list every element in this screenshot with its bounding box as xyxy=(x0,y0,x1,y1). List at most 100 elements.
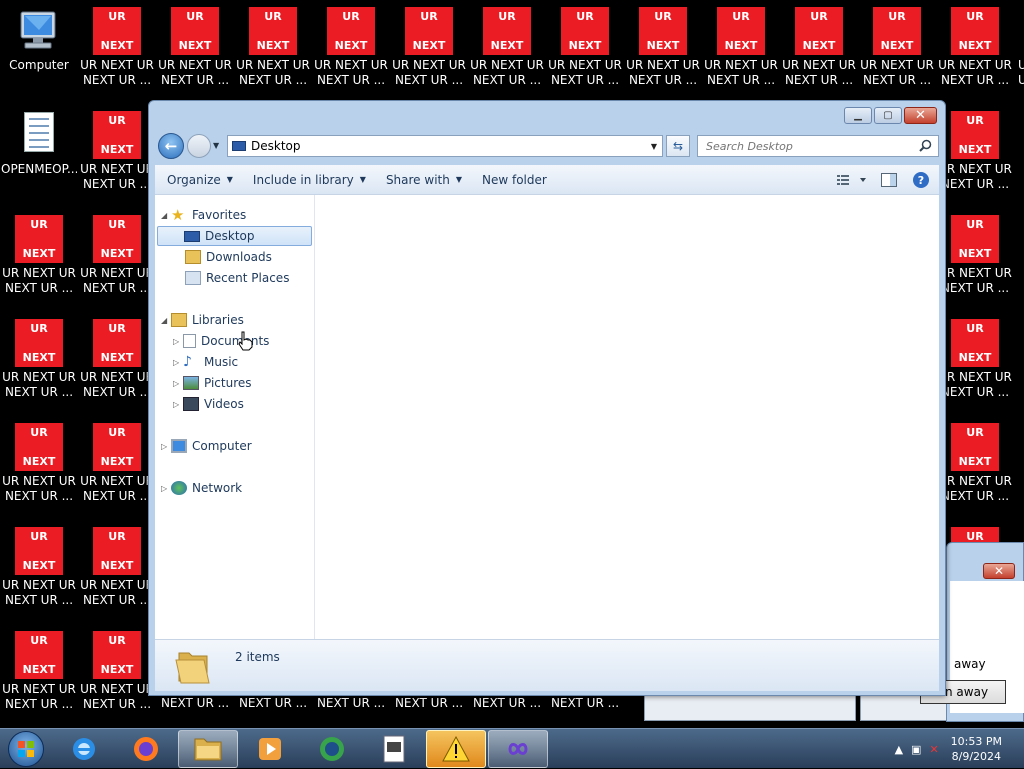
nav-downloads[interactable]: Downloads xyxy=(185,247,272,267)
desktop-icon-ur-next[interactable]: UR NEXT UR NEXT UR NEXT UR ... xyxy=(702,0,780,104)
desktop-icon-ur-next[interactable]: UR NEXT UR NEXT UR NEXT UR ... xyxy=(468,0,546,104)
nav-videos[interactable]: ▷ Videos xyxy=(173,394,244,414)
desktop-icon-ur-next[interactable]: UR NEXT UR NEXT UR NEXT UR ... xyxy=(936,104,1014,208)
ur-next-image-icon: UR NEXT xyxy=(93,319,141,367)
desktop-icon-ur-next[interactable]: UR NEXT UR NEXT UR NEXT UR ... xyxy=(546,0,624,104)
desktop-icon-ur-next[interactable]: UR NEXT UR NEXT UR NEXT UR ... xyxy=(78,416,156,520)
desktop-icon-label: OPENMEOP... xyxy=(1,162,77,176)
desktop-icon-label: UR NEXT UR NEXT UR ... xyxy=(314,58,388,87)
nav-music[interactable]: ▷ ♪ Music xyxy=(173,352,238,372)
preview-pane-icon xyxy=(881,173,897,187)
desktop-icon-label: UR NEXT UR NEXT UR ... xyxy=(782,58,856,87)
desktop-icon-ur-next[interactable]: UR NEXT UR NEXT UR NEXT UR ... xyxy=(780,0,858,104)
ur-text: UR xyxy=(108,10,126,23)
refresh-button[interactable]: ⇆ xyxy=(666,135,690,157)
desktop-icon-ur-next[interactable]: UR NEXT UR NEXT UR NEXT UR ... xyxy=(234,0,312,104)
desktop-icon-ur-next[interactable]: NEXT UR ... xyxy=(546,696,624,728)
desktop-icon-ur-next[interactable]: UR NEXT UR NEXT UR NEXT UR ... xyxy=(312,0,390,104)
desktop-icon-label: NEXT UR ... xyxy=(394,696,464,710)
taskbar-ie[interactable] xyxy=(54,730,114,768)
ur-text: UR xyxy=(654,10,672,23)
taskbar-firefox[interactable] xyxy=(116,730,176,768)
taskbar-media-player[interactable] xyxy=(240,730,300,768)
desktop-icon-ur-next[interactable]: UR NEXT UR NEXT UR NEXT UR ... xyxy=(0,520,78,624)
ur-text: UR xyxy=(30,634,48,647)
desktop-icon-ur-next[interactable]: UR NEXT UR NEXT UR NEXT UR ... xyxy=(78,0,156,104)
desktop-icon-ur-next[interactable]: UR NEXT UR NEXT UR NEXT UR ... xyxy=(936,312,1014,416)
close-button[interactable]: ✕ xyxy=(904,107,937,124)
nav-pictures[interactable]: ▷ Pictures xyxy=(173,373,252,393)
search-input[interactable] xyxy=(697,135,939,157)
desktop-icon-ur-next[interactable]: NEXT UR ... xyxy=(234,696,312,728)
nav-label: Downloads xyxy=(206,250,272,264)
address-bar[interactable]: Desktop ▼ xyxy=(227,135,663,157)
desktop-icon-ur-next[interactable]: UR NEXT UR NEXT UR NEXT UR ... xyxy=(936,0,1014,104)
desktop-icon-ur-next[interactable]: UR NEXT UR NEXT UR NEXT UR ... xyxy=(858,0,936,104)
desktop-icon-ur-next[interactable]: UR NEXT UR NEXT UR NEXT UR ... xyxy=(936,208,1014,312)
address-dropdown-icon[interactable]: ▼ xyxy=(646,142,662,151)
desktop-icon-ur-next[interactable]: UR NEXT UR NEXT UR NEXT UR ... xyxy=(156,0,234,104)
desktop-icon-ur-next[interactable]: UR NEXT UR NEXT UR NEXT UR ... xyxy=(78,312,156,416)
desktop-icon-ur-next[interactable]: UR NEXT UR NEXT UR NEXT UR ... xyxy=(0,312,78,416)
nav-desktop[interactable]: Desktop xyxy=(157,226,312,246)
nav-recent-places[interactable]: Recent Places xyxy=(185,268,289,288)
share-with-menu[interactable]: Share with ▼ xyxy=(376,165,472,195)
desktop-icon-ur-next[interactable]: UR NEXT UR NEXT UR NEXT UR ... xyxy=(624,0,702,104)
forward-button[interactable] xyxy=(187,134,211,158)
desktop-icon-ur-next[interactable]: NEXT UR ... xyxy=(468,696,546,728)
desktop-icon-ur-next[interactable]: UR NEXT UR NEXT UR NEXT UR ... xyxy=(78,624,156,728)
infinity-icon xyxy=(508,743,528,755)
desktop-icon-ur-next[interactable]: NEXT UR ... xyxy=(390,696,468,728)
help-button[interactable]: ? xyxy=(907,169,935,191)
desktop-icon-label: NEXT UR ... xyxy=(238,696,308,710)
include-in-library-menu[interactable]: Include in library ▼ xyxy=(243,165,376,195)
file-explorer-icon xyxy=(194,738,222,761)
nav-favorites[interactable]: ◢ ★ Favorites xyxy=(161,205,246,225)
search-icon[interactable] xyxy=(919,139,932,152)
desktop-icon-ur-next[interactable]: UR NEXT UR NEXT UR NEXT UR ... xyxy=(0,208,78,312)
nav-computer[interactable]: ▷ Computer xyxy=(161,436,252,456)
maximize-button[interactable]: ▢ xyxy=(874,107,902,124)
nav-label: Favorites xyxy=(192,208,247,222)
taskbar-notepad[interactable] xyxy=(364,730,424,768)
nav-documents[interactable]: ▷ Documents xyxy=(173,331,269,351)
preview-pane-button[interactable] xyxy=(875,169,903,191)
desktop-icon-ur-next[interactable]: UR NEXT UR NEXT UR NEXT UR ... xyxy=(390,0,468,104)
back-button[interactable]: ← xyxy=(158,133,184,159)
ur-text: UR xyxy=(186,10,204,23)
taskbar-warning-app[interactable] xyxy=(426,730,486,768)
desktop-icon-ur-next[interactable]: UR NEXT UR NEXT UR NEXT UR ... xyxy=(78,520,156,624)
clock[interactable]: 10:53 PM 8/9/2024 xyxy=(951,734,1002,764)
taskbar-explorer[interactable] xyxy=(178,730,238,768)
computer-icon xyxy=(20,11,56,49)
ur-next-image-icon: UR NEXT xyxy=(15,527,63,575)
desktop-icon-ur-next[interactable]: NEXT UR ... xyxy=(156,696,234,728)
desktop-icon-ur-next[interactable]: UR NEXT UR NEXT UR NEXT UR ... xyxy=(0,624,78,728)
recent-pages-dropdown[interactable]: ▼ xyxy=(213,141,219,150)
nav-network[interactable]: ▷ Network xyxy=(161,478,242,498)
volume-muted-icon[interactable]: ✕ xyxy=(929,743,938,756)
network-status-icon[interactable]: ▣ xyxy=(911,743,921,756)
desktop-icon-ur-next[interactable]: NEXT UR ... xyxy=(312,696,390,728)
dialog-close-button[interactable]: ✕ xyxy=(983,563,1015,579)
desktop-icon-label: UR NEXT UR NEXT UR ... xyxy=(392,58,466,87)
desktop-icon-ur-next[interactable]: UR NEXT UR NEXT UR NEXT UR ... xyxy=(78,208,156,312)
start-button[interactable] xyxy=(0,729,52,769)
minimize-button[interactable]: ▁ xyxy=(844,107,872,124)
taskbar-infinity-app[interactable] xyxy=(488,730,548,768)
view-options-button[interactable] xyxy=(831,169,871,191)
show-hidden-icons-icon[interactable]: ▲ xyxy=(895,743,903,756)
nav-libraries[interactable]: ◢ Libraries xyxy=(161,310,244,330)
desktop-icon-computer[interactable]: Computer xyxy=(0,0,78,104)
desktop-icon-label: UR NEXT UR NEXT UR ... xyxy=(80,578,154,607)
organize-menu[interactable]: Organize ▼ xyxy=(155,165,243,195)
desktop-icon-ur-next[interactable]: UR NEXT UR NEXT UR NEXT UR ... xyxy=(936,416,1014,520)
taskbar-app[interactable] xyxy=(302,730,362,768)
desktop-icon-ur-next[interactable]: UR NEXT UR NEXT UR NEXT UR ... xyxy=(78,104,156,208)
new-folder-button[interactable]: New folder xyxy=(472,165,557,195)
desktop-icon-document[interactable]: OPENMEOP... xyxy=(0,104,78,208)
desktop-icon-ur-next[interactable]: UR NEXT UR NEXT UR NEXT UR ... xyxy=(0,416,78,520)
file-list-area[interactable] xyxy=(315,195,939,639)
ur-next-image-icon: UR NEXT xyxy=(639,7,687,55)
ur-next-image-icon: UR NEXT xyxy=(93,215,141,263)
